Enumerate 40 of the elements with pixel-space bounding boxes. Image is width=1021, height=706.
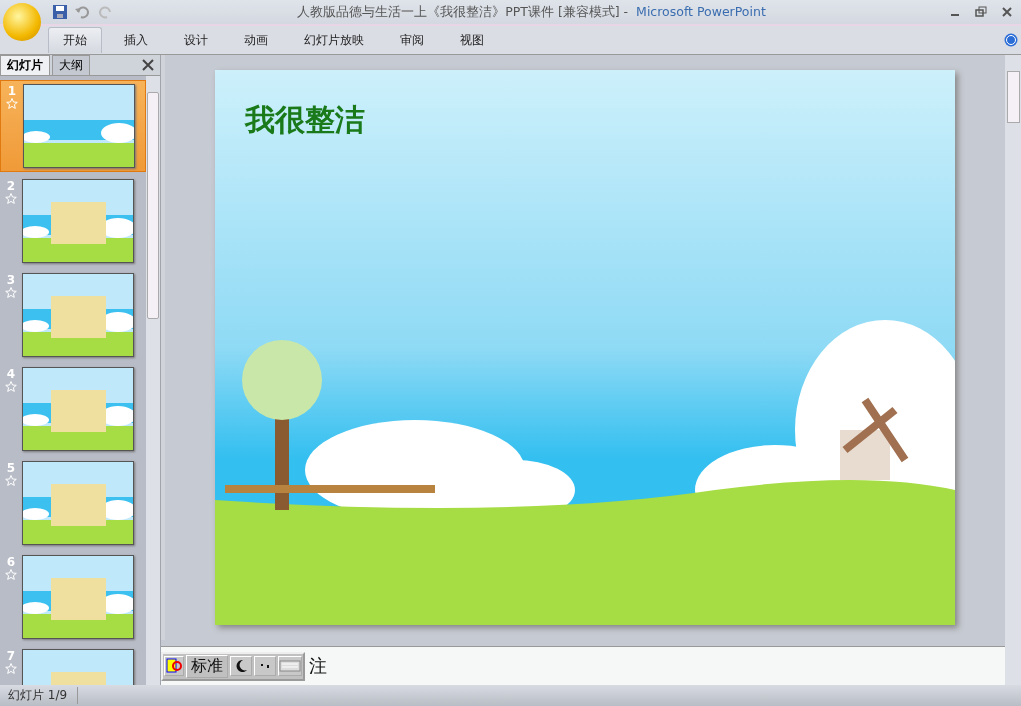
window-title: 人教版品德与生活一上《我很整洁》PPT课件 [兼容模式] - — [297, 3, 629, 19]
slide-number: 5 — [6, 461, 16, 475]
ribbon-tab[interactable]: 审阅 — [386, 27, 438, 53]
ribbon-tab[interactable]: 幻灯片放映 — [290, 27, 378, 53]
ribbon-tab[interactable]: 设计 — [170, 27, 222, 53]
star-icon — [6, 98, 18, 109]
slide-number: 2 — [6, 179, 16, 193]
slide-number: 6 — [6, 555, 16, 569]
pane-tab[interactable]: 幻灯片 — [0, 55, 50, 75]
moon-icon[interactable] — [230, 656, 252, 676]
pane-tab[interactable]: 大纲 — [52, 55, 90, 75]
input-mode-button[interactable]: 标准 — [186, 654, 228, 678]
star-icon — [5, 287, 17, 298]
close-icon[interactable] — [1001, 6, 1013, 18]
punctuation-icon[interactable] — [254, 656, 276, 676]
slide-number: 7 — [6, 649, 16, 663]
slide-number: 1 — [7, 84, 17, 98]
ribbon-tab[interactable]: 插入 — [110, 27, 162, 53]
notes-text: 注 — [309, 654, 327, 678]
star-icon — [5, 381, 17, 392]
ribbon-tab[interactable]: 视图 — [446, 27, 498, 53]
star-icon — [5, 193, 17, 204]
help-icon[interactable] — [1004, 33, 1018, 47]
ribbon-tab[interactable]: 开始 — [48, 27, 102, 53]
slide-counter: 幻灯片 1/9 — [8, 687, 79, 704]
slide-number: 4 — [6, 367, 16, 381]
slide-number: 3 — [6, 273, 16, 287]
star-icon — [5, 663, 17, 674]
scrollbar-thumb[interactable] — [147, 92, 159, 319]
close-icon[interactable] — [142, 59, 154, 71]
slide-title: 我很整洁 — [245, 102, 365, 138]
ribbon-tab[interactable]: 动画 — [230, 27, 282, 53]
save-icon[interactable] — [52, 4, 68, 20]
star-icon — [5, 475, 17, 486]
scrollbar-thumb[interactable] — [1006, 71, 1020, 123]
app-name: Microsoft PowerPoint — [636, 3, 766, 19]
notes-field[interactable]: 标准 注 — [161, 646, 1005, 685]
star-icon — [5, 569, 17, 580]
restore-icon[interactable] — [975, 6, 987, 18]
ime-logo-icon[interactable] — [164, 656, 184, 676]
